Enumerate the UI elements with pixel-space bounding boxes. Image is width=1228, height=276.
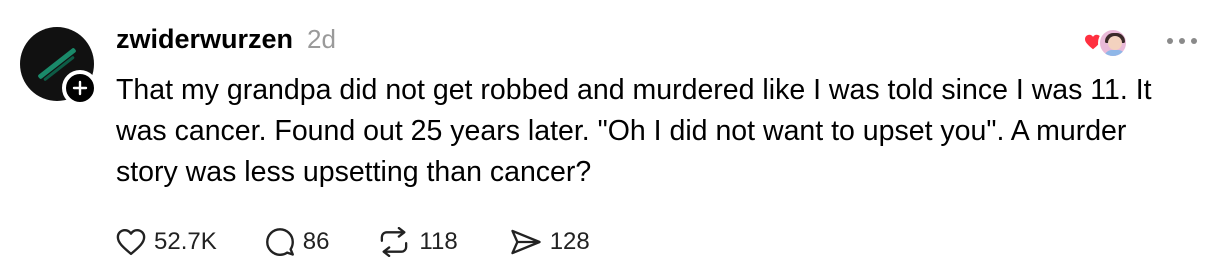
more-icon-dot: [1191, 38, 1197, 44]
post-actions: 52.7K 86 118 128: [116, 222, 590, 262]
reply-button[interactable]: 86: [265, 222, 330, 262]
repost-button[interactable]: 118: [377, 222, 458, 262]
author-avatar-container[interactable]: [20, 27, 98, 106]
timestamp[interactable]: 2d: [307, 24, 336, 55]
reactor-avatar-face: [1108, 36, 1122, 50]
like-count: 52.7K: [154, 228, 217, 255]
plus-icon: [72, 80, 88, 96]
more-icon-dot: [1179, 38, 1185, 44]
comment-icon: [265, 228, 294, 256]
like-button[interactable]: 52.7K: [116, 222, 217, 262]
reactor-avatar: [1098, 28, 1128, 58]
reactor-avatar-body: [1104, 50, 1126, 56]
follow-button[interactable]: [62, 70, 98, 106]
repost-icon: [381, 227, 408, 257]
username[interactable]: zwiderwurzen: [116, 24, 293, 55]
reaction-indicator[interactable]: [1084, 26, 1132, 58]
share-count: 128: [549, 228, 590, 255]
send-icon: [510, 229, 541, 255]
reply-count: 86: [302, 228, 330, 255]
share-button[interactable]: 128: [510, 222, 590, 262]
post-text: That my grandpa did not get robbed and m…: [116, 74, 1152, 188]
more-options-button[interactable]: [1160, 30, 1204, 52]
post-header: zwiderwurzen 2d: [116, 24, 336, 58]
repost-count: 118: [419, 228, 458, 255]
heart-outline-icon: [116, 228, 146, 256]
more-icon: [1167, 38, 1173, 44]
